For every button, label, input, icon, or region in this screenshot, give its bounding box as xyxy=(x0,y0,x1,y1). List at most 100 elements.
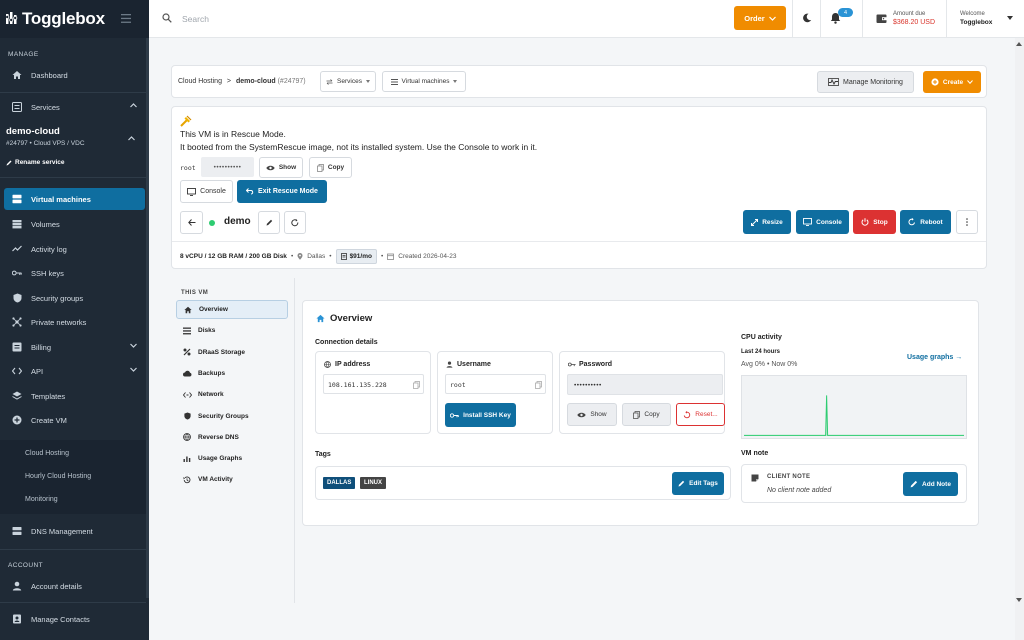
user-menu[interactable]: Togglebox xyxy=(960,19,992,26)
caret-down-icon[interactable] xyxy=(1007,16,1013,20)
sidebar-item-dns-management[interactable]: DNS Management xyxy=(0,520,149,542)
tab-usage-graphs[interactable]: Usage Graphs xyxy=(176,449,288,468)
tab-vm-activity[interactable]: VM Activity xyxy=(176,470,288,489)
rescue-console-button[interactable]: Console xyxy=(180,180,233,203)
tab-label: Reverse DNS xyxy=(198,433,239,441)
password-show-button[interactable]: Show xyxy=(567,403,617,426)
sidebar-item-account-details[interactable]: Account details xyxy=(0,575,149,597)
sidebar-item-private-networks[interactable]: Private networks xyxy=(0,311,149,333)
sidebar-item-label: Create VM xyxy=(31,415,67,425)
tab-security-groups[interactable]: Security Groups xyxy=(176,407,288,426)
password-reset-button[interactable]: Reset... xyxy=(676,403,725,426)
amount-due-value[interactable]: $368.20 USD xyxy=(893,19,935,26)
vm-location: Dallas xyxy=(307,253,326,260)
exit-rescue-mode-button[interactable]: Exit Rescue Mode xyxy=(237,180,327,203)
sidebar-item-templates[interactable]: Templates xyxy=(0,385,149,407)
stop-button[interactable]: Stop xyxy=(853,210,896,234)
chevron-down-icon xyxy=(130,343,137,348)
wallet-icon[interactable] xyxy=(876,13,887,24)
password-field[interactable]: •••••••••• xyxy=(567,374,723,395)
pencil-icon xyxy=(266,219,273,226)
sidebar-item-manage-contacts[interactable]: Manage Contacts xyxy=(0,608,149,630)
sidebar-item-activity-log[interactable]: Activity log xyxy=(0,238,149,260)
username-label: Username xyxy=(457,361,491,368)
tab-disks[interactable]: Disks xyxy=(176,321,288,340)
price-badge: $91/mo xyxy=(335,249,377,264)
disks-icon xyxy=(182,327,192,335)
tab-backups[interactable]: Backups xyxy=(176,364,288,383)
sidebar-item-ssh-keys[interactable]: SSH keys xyxy=(0,262,149,284)
sidebar-sub-item-cloud-hosting[interactable]: Cloud Hosting xyxy=(25,450,69,457)
ip-address-field[interactable]: 108.161.135.228 xyxy=(323,374,424,394)
tab-network[interactable]: Network xyxy=(176,385,288,404)
username-field[interactable]: root xyxy=(445,374,546,394)
sidebar-item-volumes[interactable]: Volumes xyxy=(0,213,149,235)
sidebar-item-billing[interactable]: Billing xyxy=(0,336,149,358)
plus-circle-icon xyxy=(931,78,939,86)
edit-tags-button[interactable]: Edit Tags xyxy=(672,472,724,495)
plus-circle-icon xyxy=(11,414,23,426)
copy-icon[interactable] xyxy=(413,381,420,389)
page-scrollbar[interactable] xyxy=(1015,38,1024,640)
search-input[interactable] xyxy=(182,10,382,28)
rescue-copy-button[interactable]: Copy xyxy=(309,157,352,178)
rename-vm-button[interactable] xyxy=(258,211,280,234)
resize-button[interactable]: Resize xyxy=(743,210,791,234)
brand-name[interactable]: Togglebox xyxy=(22,9,105,29)
tab-draas-storage[interactable]: DRaaS Storage xyxy=(176,343,288,362)
breadcrumb-root[interactable]: Cloud Hosting xyxy=(178,78,222,85)
sidebar-item-create-vm[interactable]: Create VM xyxy=(0,409,149,431)
tag-linux[interactable]: LINUX xyxy=(360,477,386,489)
order-button[interactable]: Order xyxy=(734,6,786,30)
edit-tags-label: Edit Tags xyxy=(689,480,718,487)
sidebar-item-dashboard[interactable]: Dashboard xyxy=(0,64,149,86)
chevron-down-icon xyxy=(768,16,776,21)
hamburger-icon[interactable] xyxy=(121,14,131,23)
network-icon xyxy=(182,391,192,398)
scroll-down-arrow-icon[interactable] xyxy=(1016,598,1022,602)
reboot-button[interactable]: Reboot xyxy=(900,210,951,234)
sidebar-item-virtual-machines[interactable]: Virtual machines xyxy=(4,188,145,210)
console-button[interactable]: Console xyxy=(796,210,849,234)
layers-icon xyxy=(11,390,23,402)
copy-icon[interactable] xyxy=(535,381,542,389)
cpu-range: Last 24 hours xyxy=(741,349,781,355)
sidebar-item-label: Private networks xyxy=(31,317,87,327)
sidebar-item-services[interactable]: Services xyxy=(0,96,149,118)
tab-overview[interactable]: Overview xyxy=(176,300,288,319)
sidebar-sub-item-monitoring[interactable]: Monitoring xyxy=(25,496,58,503)
rescue-mode-message: It booted from the SystemRescue image, n… xyxy=(180,142,538,152)
contacts-icon xyxy=(11,613,23,625)
bar-chart-icon xyxy=(182,455,192,463)
rescue-show-button[interactable]: Show xyxy=(259,157,303,178)
monitor-icon xyxy=(803,218,813,226)
manage-monitoring-button[interactable]: Manage Monitoring xyxy=(817,71,914,93)
username-box: Username root Install SSH Key xyxy=(437,351,553,434)
back-button[interactable] xyxy=(180,211,203,234)
install-ssh-key-button[interactable]: Install SSH Key xyxy=(445,403,516,427)
virtual-machines-dropdown[interactable]: Virtual machines xyxy=(382,71,466,92)
scroll-up-arrow-icon[interactable] xyxy=(1016,42,1022,46)
database-icon xyxy=(11,218,23,230)
tab-reverse-dns[interactable]: Reverse DNS xyxy=(176,428,288,447)
create-button[interactable]: Create xyxy=(923,71,981,93)
add-note-button[interactable]: Add Note xyxy=(903,472,958,496)
refresh-button[interactable] xyxy=(284,211,306,234)
sidebar-item-api[interactable]: API xyxy=(0,360,149,382)
tab-label: VM Activity xyxy=(198,476,233,484)
more-options-button[interactable] xyxy=(956,210,978,234)
services-dropdown[interactable]: Services xyxy=(320,71,376,92)
server-icon xyxy=(11,193,23,205)
usage-graphs-link[interactable]: Usage graphs → xyxy=(907,354,962,361)
sidebar-item-label: Dashboard xyxy=(31,70,68,80)
moon-icon[interactable] xyxy=(802,13,812,23)
rescue-password-field[interactable]: •••••••••• xyxy=(201,157,254,177)
sidebar-item-security-groups[interactable]: Security groups xyxy=(0,287,149,309)
sidebar-sub-item-hourly-cloud-hosting[interactable]: Hourly Cloud Hosting xyxy=(25,473,91,480)
billing-icon xyxy=(11,341,23,353)
chevron-up-icon[interactable] xyxy=(128,136,135,141)
search-icon xyxy=(162,13,172,23)
tag-dallas[interactable]: DALLAS xyxy=(323,477,356,489)
rename-service-link[interactable]: Rename service xyxy=(6,159,65,166)
password-copy-button[interactable]: Copy xyxy=(622,403,671,426)
